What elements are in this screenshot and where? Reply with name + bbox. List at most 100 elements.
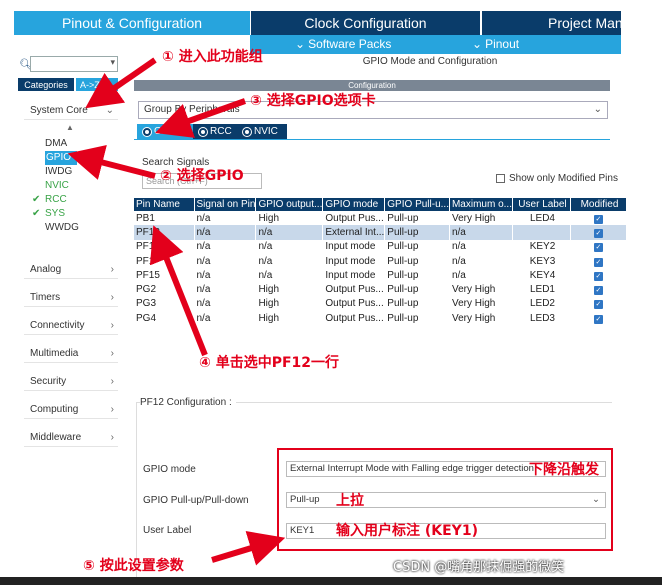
table-cell: Very High	[449, 296, 513, 312]
group-connectivity[interactable]: Connectivity ›	[24, 317, 118, 335]
table-row[interactable]: PF15 n/a n/a Input mode Pull-up n/a KEY4 ✓	[134, 268, 627, 283]
sidebar-item-wwdg[interactable]: WWDG	[45, 221, 79, 235]
table-row[interactable]: PG2 n/a High Output Pus... Pull-up Very High L…	[134, 282, 627, 297]
group-timers[interactable]: Timers ›	[24, 289, 118, 307]
table-cell: n/a	[194, 311, 257, 326]
checkbox-label: Show only Modified Pins	[509, 173, 618, 184]
categories-tab[interactable]: Categories	[18, 78, 74, 91]
table-cell: High	[255, 296, 324, 312]
tab-nvic[interactable]: NVIC	[237, 124, 287, 139]
column-header[interactable]: Pin Name	[134, 198, 195, 211]
column-header[interactable]: GPIO mode	[322, 198, 386, 211]
checkbox-checked-icon[interactable]: ✓	[593, 314, 603, 324]
table-cell: Output Pus...	[322, 211, 386, 226]
table-cell: PF1	[134, 253, 195, 269]
table-cell: LED2	[512, 296, 571, 312]
chevron-right-icon: ›	[110, 432, 114, 443]
table-row[interactable]: PG3 n/a High Output Pus... Pull-up Very High L…	[134, 296, 627, 312]
table-row[interactable]: PG4 n/a High Output Pus... Pull-up Very High L…	[134, 311, 627, 326]
tab-pinout-configuration[interactable]: Pinout & Configuration	[14, 11, 250, 35]
group-middleware[interactable]: Middleware ›	[24, 429, 118, 447]
checkbox-checked-icon[interactable]: ✓	[593, 286, 603, 296]
group-analog[interactable]: Analog ›	[24, 261, 118, 279]
table-cell: n/a	[194, 268, 257, 283]
checkbox-checked-icon[interactable]: ✓	[593, 214, 603, 224]
software-packs-menu[interactable]: ⌄ Software Packs	[295, 37, 391, 51]
tab-project-manager[interactable]: Project Mana	[481, 11, 621, 35]
group-computing[interactable]: Computing ›	[24, 401, 118, 419]
show-modified-checkbox[interactable]: Show only Modified Pins	[496, 173, 618, 184]
table-cell: LED3	[512, 311, 571, 326]
checkbox-checked-icon[interactable]: ✓	[593, 271, 603, 281]
check-icon: ✔	[32, 208, 41, 219]
table-cell: n/a	[255, 268, 324, 283]
group-label: Computing	[30, 404, 79, 415]
table-cell: Very High	[449, 211, 513, 226]
table-cell: Output Pus...	[322, 296, 386, 312]
tab-clock-configuration[interactable]: Clock Configuration	[250, 11, 480, 35]
group-system-core[interactable]: System Core ⌄	[24, 102, 118, 120]
table-header: Pin Name Signal on Pin GPIO output... GP…	[134, 198, 627, 211]
sidebar-item-iwdg[interactable]: IWDG	[45, 165, 79, 179]
pinout-menu[interactable]: ⌄ Pinout	[472, 37, 519, 51]
chevron-down-icon: ⌄	[105, 105, 114, 116]
table-cell: Input mode	[322, 268, 386, 283]
tab-gpio[interactable]: GPIO	[137, 124, 193, 139]
sidebar-item-dma[interactable]: DMA	[45, 137, 79, 151]
table-cell: KEY2	[512, 239, 571, 254]
bottom-strip	[0, 577, 662, 585]
table-cell: PG4	[134, 311, 195, 326]
table-row[interactable]: PF1 n/a n/a Input mode Pull-up n/a KEY2 ✓	[134, 239, 627, 254]
column-header[interactable]: GPIO Pull-u...	[384, 198, 450, 211]
table-cell: High	[255, 311, 324, 326]
table-cell: Input mode	[322, 239, 386, 254]
item-label: RCC	[45, 194, 67, 205]
group-security[interactable]: Security ›	[24, 373, 118, 391]
table-row[interactable]: PB1 n/a High Output Pus... Pull-up Very High L…	[134, 211, 627, 226]
modified-cell: ✓	[570, 268, 627, 283]
table-cell: PG3	[134, 296, 195, 312]
checkbox-checked-icon[interactable]: ✓	[593, 300, 603, 310]
table-cell: PB1	[134, 211, 195, 226]
table-cell: n/a	[194, 296, 257, 312]
table-cell: Pull-up	[384, 225, 450, 240]
tab-label: NVIC	[254, 126, 278, 137]
column-header[interactable]: GPIO output...	[255, 198, 324, 211]
table-cell: n/a	[194, 282, 257, 297]
annotation-step2: ② 选择GPIO	[160, 168, 244, 184]
a-z-tab[interactable]: A->Z	[76, 78, 118, 91]
table-cell: Pull-up	[384, 268, 450, 283]
category-search-input[interactable]: ▾	[30, 56, 118, 72]
group-label: Connectivity	[30, 320, 85, 331]
table-cell: High	[255, 282, 324, 297]
tab-rcc[interactable]: RCC	[193, 124, 237, 139]
group-label: Timers	[30, 292, 61, 303]
column-header[interactable]: Maximum o...	[449, 198, 513, 211]
table-cell: Very High	[449, 282, 513, 297]
group-multimedia[interactable]: Multimedia ›	[24, 345, 118, 363]
table-cell: Output Pus...	[322, 311, 386, 326]
sidebar-item-nvic[interactable]: NVIC	[45, 179, 79, 193]
table-cell: Pull-up	[384, 282, 450, 297]
column-header[interactable]: Signal on Pin	[194, 198, 257, 211]
sidebar-item-sys[interactable]: ✔ SYS	[32, 207, 79, 221]
radio-icon	[143, 127, 151, 136]
table-cell: Output Pus...	[322, 282, 386, 297]
checkbox-checked-icon[interactable]: ✓	[593, 228, 603, 238]
checkbox-checked-icon[interactable]: ✓	[593, 243, 603, 253]
sort-up-icon[interactable]: ▲	[66, 123, 74, 132]
table-row[interactable]: PF1 n/a n/a Input mode Pull-up n/a KEY3 ✓	[134, 253, 627, 269]
chevron-down-icon: ⌄	[472, 37, 483, 51]
chevron-right-icon: ›	[110, 320, 114, 331]
column-header[interactable]: Modified	[570, 198, 627, 211]
table-row[interactable]: PF12 n/a n/a External Int... Pull-up n/a ✓	[134, 225, 627, 240]
table-cell: n/a	[255, 225, 324, 240]
chevron-down-icon: ▾	[110, 57, 115, 67]
table-cell: n/a	[255, 239, 324, 254]
column-header[interactable]: User Label	[512, 198, 571, 211]
checkbox-checked-icon[interactable]: ✓	[593, 257, 603, 267]
table-cell: PF15	[134, 268, 195, 283]
modified-cell: ✓	[570, 253, 627, 269]
sidebar-item-rcc[interactable]: ✔ RCC	[32, 193, 79, 207]
sidebar-item-gpio[interactable]: GPIO	[45, 151, 77, 165]
